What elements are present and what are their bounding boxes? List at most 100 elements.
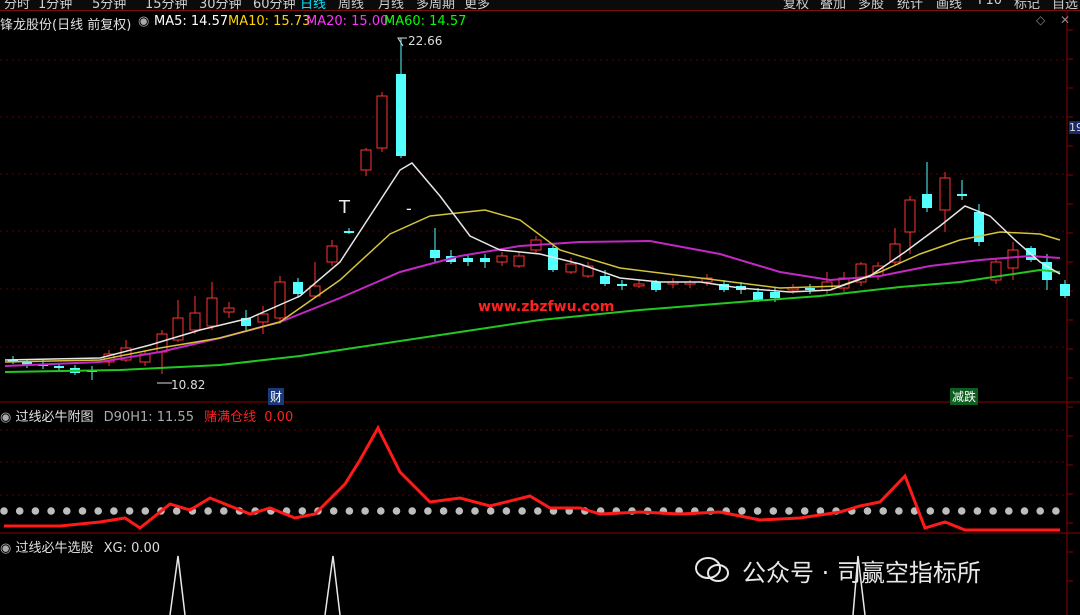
signal-dot (785, 507, 793, 515)
candle-body (326, 245, 338, 263)
sub1-settings-icon[interactable]: ◉ (0, 410, 11, 425)
sub1-d90h1: D90H1: 11.55 (103, 410, 194, 425)
candle-body (600, 276, 610, 284)
signal-dot (738, 507, 746, 515)
signal-dot (957, 507, 966, 515)
signal-dot (0, 507, 8, 515)
signal-dot (1036, 507, 1044, 515)
sub2-xg: XG: 0.00 (103, 541, 161, 556)
signal-dot (329, 507, 338, 515)
sub1-header: ◉ 过线必牛附图 D90H1: 11.55 赌满仓线 0.00 (0, 406, 293, 425)
candle-body (513, 255, 525, 267)
ma20-label: MA20: 15.00 (306, 14, 389, 29)
sub1-title: 过线必牛附图 (15, 410, 94, 425)
t-marker: T (339, 197, 350, 218)
candle-body (1060, 284, 1070, 296)
signal-dot (220, 507, 228, 515)
signal-dot (408, 507, 417, 515)
signal-dot (47, 507, 55, 515)
candle-body (463, 258, 473, 262)
dash-marker: - (406, 199, 412, 218)
reduce-badge[interactable]: 减跌 (950, 388, 979, 405)
candle-body (904, 199, 916, 233)
signal-dot (78, 507, 87, 515)
signal-dot (439, 507, 448, 515)
candle-body (257, 313, 269, 323)
candle-body (753, 292, 763, 300)
signal-dot (141, 507, 150, 515)
candle-body (957, 194, 967, 196)
xg-spike (169, 555, 186, 615)
candle-body (633, 283, 645, 287)
sub1-line-label: 赌满仓线 (204, 410, 257, 425)
candle-body (548, 248, 558, 270)
candle-body (274, 281, 286, 319)
candle-body (805, 288, 815, 290)
candle-body (376, 95, 388, 149)
signal-dot (424, 507, 432, 515)
signal-dot (926, 507, 935, 515)
signal-dot (769, 507, 778, 515)
signal-dot (471, 507, 479, 515)
signal-dot (31, 507, 40, 515)
signal-dot (1052, 507, 1060, 515)
signal-dot (486, 507, 495, 515)
sub2-title: 过线必牛选股 (15, 541, 94, 556)
sub2-header: ◉ 过线必牛选股 XG: 0.00 (0, 537, 160, 556)
finance-badge[interactable]: 财 (268, 388, 285, 405)
candle-body (1007, 249, 1019, 269)
candle-body (565, 263, 577, 273)
candle-body (496, 255, 508, 263)
signal-dot (753, 507, 762, 515)
signal-dot (377, 507, 385, 515)
signal-dot (863, 507, 872, 515)
wechat-icon (695, 557, 729, 582)
candle-body (770, 292, 780, 298)
candle-body (922, 194, 932, 208)
high-arrow-icon (397, 37, 407, 47)
signal-dot (895, 507, 903, 515)
stock-title: 锋龙股份(日线 前复权) (0, 18, 132, 33)
signal-dot (1020, 507, 1029, 515)
candle-body (223, 307, 235, 313)
signal-dot (15, 507, 24, 515)
candle-body (430, 250, 440, 258)
signal-dot (298, 507, 307, 515)
signal-dot (534, 507, 542, 515)
edge-price-tag: 19 (1069, 121, 1080, 134)
footer-watermark: 公众号 · 司赢空指标所 (742, 559, 981, 587)
signal-dot (204, 507, 212, 515)
high-price-label: 22.66 (408, 34, 443, 48)
candle-body (651, 282, 661, 290)
ma60-label: MA60: 14.57 (384, 14, 467, 29)
signal-dot (942, 507, 950, 515)
candle-body (360, 149, 372, 171)
candle-body (344, 231, 354, 233)
signal-dot (1005, 507, 1013, 515)
signal-dot (345, 507, 354, 515)
signal-dot (125, 507, 134, 515)
signal-dot (502, 507, 511, 515)
candle-body (939, 177, 951, 211)
signal-dot (800, 507, 809, 515)
signal-dot (455, 507, 464, 515)
candle-body (293, 282, 303, 294)
candle-body (396, 74, 406, 156)
diamond-icon[interactable]: ◇ (1036, 13, 1045, 27)
settings-icon[interactable]: ◉ (138, 14, 149, 29)
candle-body (206, 297, 218, 327)
ma10-label: MA10: 15.73 (228, 14, 311, 29)
signal-dot (110, 507, 118, 515)
signal-dot (973, 507, 982, 515)
sub1-signal-line (4, 424, 1060, 532)
close-icon[interactable]: ✕ (1060, 13, 1070, 27)
low-price-label: 10.82 (171, 378, 206, 392)
candle-body (480, 258, 490, 262)
xg-spike (324, 555, 341, 615)
signal-dot (392, 507, 401, 515)
signal-dot (94, 507, 102, 515)
sub1-line-value: 0.00 (264, 410, 294, 425)
candle-body (54, 366, 64, 368)
signal-dot (989, 507, 997, 515)
sub2-settings-icon[interactable]: ◉ (0, 541, 11, 556)
